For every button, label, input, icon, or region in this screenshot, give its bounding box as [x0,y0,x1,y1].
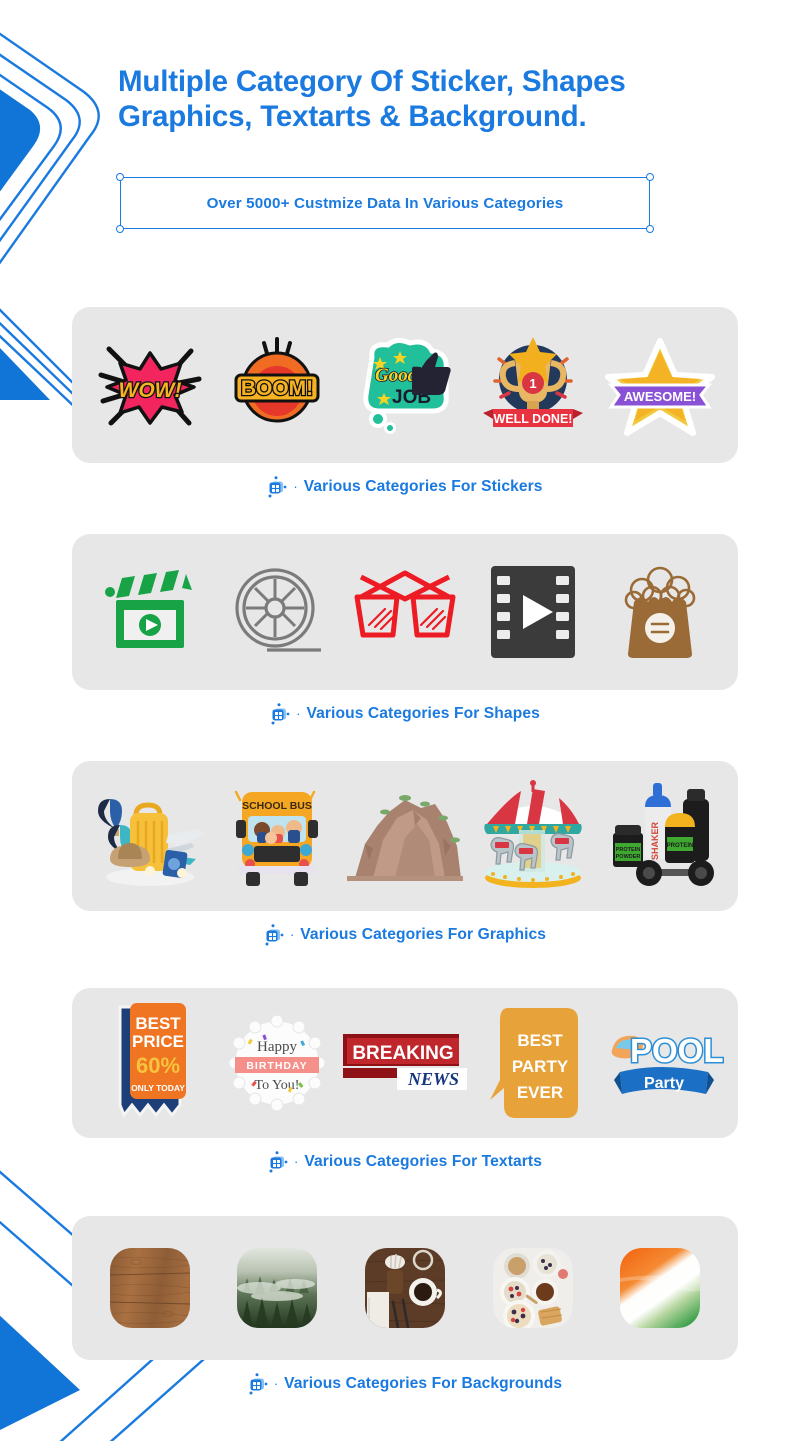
svg-text:WOW!: WOW! [118,379,181,402]
app-grid-icon [264,924,284,946]
svg-text:EVER: EVER [516,1083,562,1102]
svg-text:SHAKER: SHAKER [650,822,660,861]
section-shapes: · Various Categories For Shapes [72,534,738,725]
highlight-badge: Over 5000+ Custmize Data In Various Cate… [116,173,654,233]
svg-text:WELL DONE!: WELL DONE! [493,412,572,426]
item-clapperboard-shape[interactable] [94,556,206,668]
item-best-price-textart[interactable]: BEST PRICE 60% ONLY TODAY [94,1003,206,1119]
headline-line-1: Multiple Category Of Sticker, Shapes [118,65,626,98]
caption-bullet: · [296,705,301,721]
svg-text:BIRTHDAY: BIRTHDAY [247,1060,308,1072]
section-textarts: BEST PRICE 60% ONLY TODAY Happy BIRTHDAY… [72,988,738,1173]
item-best-party-ever-textart[interactable]: BEST PARTY EVER [477,1007,589,1119]
item-3d-glasses-shape[interactable] [349,556,461,668]
svg-text:SCHOOL BUS: SCHOOL BUS [242,800,312,812]
item-breakfast-flatlay-background[interactable] [477,1232,589,1344]
caption-label-shapes: Various Categories For Shapes [306,705,540,722]
strip-textarts: BEST PRICE 60% ONLY TODAY Happy BIRTHDAY… [72,988,738,1138]
caption-label-graphics: Various Categories For Graphics [300,926,547,943]
caption-label-backgrounds: Various Categories For Backgrounds [284,1375,563,1392]
svg-text:BEST: BEST [135,1014,181,1033]
section-graphics: SCHOOL BUS SHAKER PROTEIN PROTEIN POWDER… [72,761,738,946]
svg-text:PROTEIN: PROTEIN [667,843,694,849]
badge-handle-bottom-right[interactable] [646,225,654,233]
strip-shapes [72,534,738,690]
item-good-job-sticker[interactable]: Good JOB [349,329,461,441]
svg-text:Party: Party [644,1075,684,1092]
svg-text:BOOM!: BOOM! [241,377,313,400]
strip-backgrounds [72,1216,738,1360]
svg-text:PROTEIN: PROTEIN [616,847,640,853]
svg-text:1: 1 [529,376,536,391]
svg-text:Happy: Happy [257,1039,297,1055]
strip-graphics: SCHOOL BUS SHAKER PROTEIN PROTEIN POWDER [72,761,738,911]
svg-text:NEWS: NEWS [407,1069,459,1089]
desk-flatlay-thumb [364,1248,445,1328]
caption-textarts: · Various Categories For Textarts [72,1151,738,1173]
item-film-strip-play-shape[interactable] [477,556,589,668]
promo-page: Multiple Category Of Sticker, Shapes Gra… [0,0,811,1441]
caption-label-stickers: Various Categories For Stickers [303,478,543,495]
badge-handle-top-right[interactable] [646,173,654,181]
breakfast-flatlay-thumb [492,1248,573,1328]
section-stickers: WOW! BOOM! Good JOB 1 WELL DONE! AWESOME… [72,307,738,498]
item-well-done-trophy-sticker[interactable]: 1 WELL DONE! [477,329,589,441]
item-pool-party-textart[interactable]: POOL Party [604,1007,725,1119]
item-awesome-star-sticker[interactable]: AWESOME! [604,329,716,441]
item-popcorn-shape[interactable] [604,556,716,668]
section-backgrounds: · Various Categories For Backgrounds [72,1216,738,1395]
header: Multiple Category Of Sticker, Shapes Gra… [118,64,758,134]
caption-bullet: · [293,478,298,494]
svg-text:BEST: BEST [517,1031,563,1050]
app-grid-icon [268,1151,288,1173]
badge-label: Over 5000+ Custmize Data In Various Cate… [206,194,564,212]
svg-text:POOL: POOL [630,1032,724,1069]
caption-label-textarts: Various Categories For Textarts [304,1153,542,1170]
caption-shapes: · Various Categories For Shapes [72,703,738,725]
page-title: Multiple Category Of Sticker, Shapes Gra… [118,64,758,134]
misty-forest-thumb [237,1248,318,1328]
strip-stickers: WOW! BOOM! Good JOB 1 WELL DONE! AWESOME… [72,307,738,463]
caption-bullet: · [289,926,295,942]
caption-graphics: · Various Categories For Graphics [72,924,738,946]
app-grid-icon [267,476,287,498]
svg-text:60%: 60% [136,1053,180,1078]
item-wow-comic-sticker[interactable]: WOW! [94,329,206,441]
badge-handle-top-left[interactable] [116,173,124,181]
svg-text:ONLY TODAY: ONLY TODAY [131,1083,185,1093]
tricolor-flag-thumb [620,1248,701,1328]
app-grid-icon [248,1373,268,1395]
badge-handle-bottom-left[interactable] [116,225,124,233]
app-grid-icon [270,703,290,725]
item-film-reel-shape[interactable] [221,556,333,668]
svg-text:POWDER: POWDER [616,854,641,860]
caption-backgrounds: · Various Categories For Backgrounds [72,1373,738,1395]
svg-text:PRICE: PRICE [132,1032,184,1051]
item-desk-flatlay-background[interactable] [349,1232,461,1344]
svg-text:Good: Good [375,365,418,386]
item-travel-luggage-graphic[interactable] [94,780,206,892]
caption-bullet: · [273,1375,279,1391]
caption-bullet: · [293,1153,299,1169]
svg-text:AWESOME!: AWESOME! [624,389,696,404]
item-happy-birthday-textart[interactable]: Happy BIRTHDAY To You! [221,1007,333,1119]
wood-plank-thumb [109,1248,190,1328]
item-boom-comic-sticker[interactable]: BOOM! [221,329,333,441]
item-breaking-news-textart[interactable]: BREAKING NEWS [342,1007,467,1119]
item-wood-plank-background[interactable] [94,1232,206,1344]
item-carousel-graphic[interactable] [477,780,589,892]
item-school-bus-graphic[interactable]: SCHOOL BUS [221,780,333,892]
item-tricolor-flag-background[interactable] [604,1232,716,1344]
svg-text:To You!: To You! [255,1078,300,1093]
svg-text:PARTY: PARTY [511,1057,568,1076]
svg-text:BREAKING: BREAKING [352,1043,453,1064]
item-fitness-supplement-graphic[interactable]: SHAKER PROTEIN PROTEIN POWDER [604,780,716,892]
caption-stickers: · Various Categories For Stickers [72,476,738,498]
item-rocky-mountain-graphic[interactable] [346,780,463,892]
headline-line-2: Graphics, Textarts & Background. [118,100,587,133]
item-misty-forest-background[interactable] [221,1232,333,1344]
